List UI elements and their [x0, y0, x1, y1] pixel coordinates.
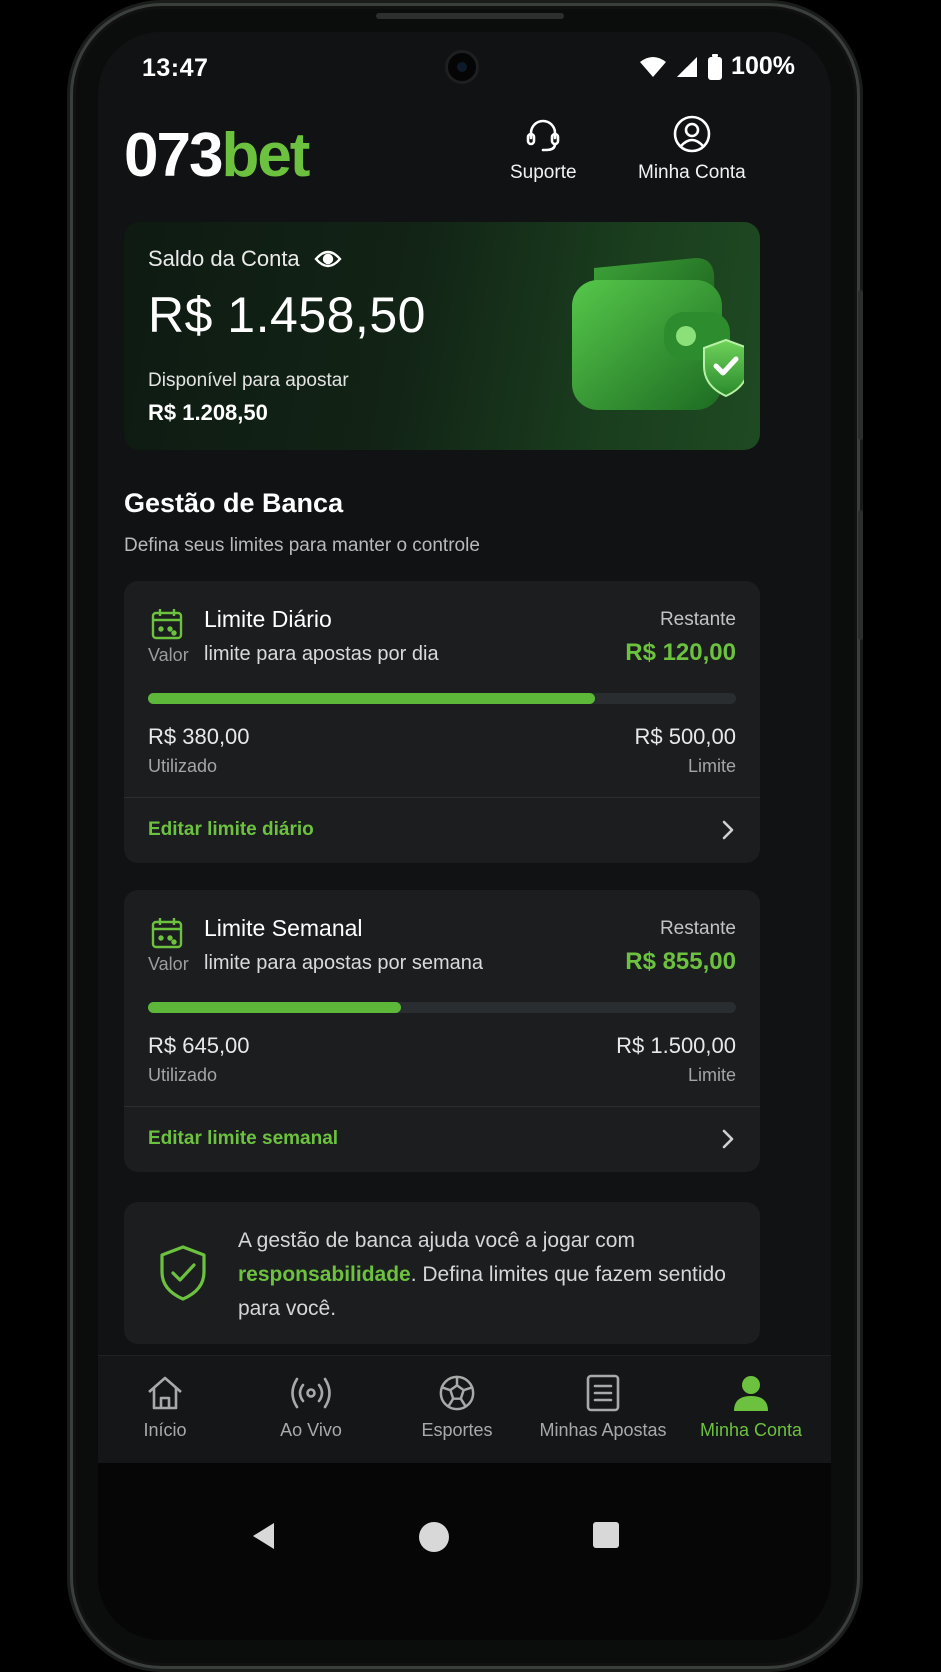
valor-label: Valor — [148, 645, 189, 665]
my-account-button[interactable]: Minha Conta — [638, 114, 746, 184]
nav-label: Minhas Apostas — [539, 1420, 667, 1440]
live-broadcast-icon — [291, 1377, 331, 1409]
limit-progress-fill — [148, 693, 595, 704]
edit-weekly-limit-button[interactable]: Editar limite semanal — [124, 1107, 760, 1172]
remaining-label: Restante — [659, 609, 736, 630]
limit-progress-fill — [148, 1002, 401, 1013]
power-button — [858, 290, 863, 440]
nav-item-ao-vivo[interactable]: Ao Vivo — [238, 1374, 384, 1441]
daily-limit-card: Limite Diário Valor limite para apostas … — [124, 581, 760, 863]
status-time: 13:47 — [142, 54, 209, 82]
limit-progress-bar — [148, 1002, 736, 1013]
headset-icon — [526, 119, 560, 152]
nav-label: Início — [143, 1420, 187, 1440]
eye-icon[interactable] — [314, 249, 342, 269]
remaining-value: R$ 120,00 — [625, 639, 736, 666]
status-icons: 100% — [639, 52, 795, 81]
info-highlight: responsabilidade — [238, 1263, 411, 1286]
status-bar: 13:47 100% — [98, 32, 831, 102]
section-title: Gestão de Banca — [124, 488, 344, 518]
info-text: A gestão de banca ajuda você a jogar com… — [238, 1229, 726, 1320]
front-camera — [445, 50, 479, 84]
nav-label: Minha Conta — [699, 1420, 803, 1440]
shield-check-icon — [160, 1245, 206, 1301]
nav-label: Ao Vivo — [280, 1420, 342, 1440]
limit-value: R$ 500,00 — [634, 724, 736, 749]
limit-title: Limite Semanal — [204, 915, 363, 941]
used-value: R$ 645,00 — [148, 1033, 250, 1058]
app-logo: 073bet — [124, 121, 310, 190]
wifi-icon — [640, 56, 667, 77]
balance-title: Saldo da Conta — [148, 246, 342, 272]
limit-title: Limite Diário — [204, 606, 332, 632]
nav-item-inicio[interactable]: Início — [98, 1374, 238, 1441]
weekly-limit-card: Limite Semanal Valor limite para apostas… — [124, 890, 760, 1172]
receipt-icon — [586, 1374, 620, 1412]
volume-button — [858, 510, 863, 640]
balance-card: Saldo da Conta R$ 1.458,50 Disponível pa… — [124, 222, 760, 450]
used-label: Utilizado — [148, 756, 218, 776]
limit-progress-bar — [148, 693, 736, 704]
edit-daily-limit-button[interactable]: Editar limite diário — [124, 798, 760, 863]
my-account-label: Minha Conta — [638, 162, 746, 183]
battery-icon — [708, 53, 723, 80]
limit-value: R$ 1.500,00 — [616, 1033, 736, 1058]
nav-item-minha-conta[interactable]: Minha Conta — [678, 1374, 824, 1441]
valor-label: Valor — [148, 954, 189, 974]
support-label: Suporte — [510, 162, 577, 183]
support-button[interactable]: Suporte — [510, 114, 577, 184]
user-icon — [734, 1376, 768, 1411]
system-navigation-bar — [98, 1463, 831, 1640]
nav-item-minhas-apostas[interactable]: Minhas Apostas — [530, 1374, 676, 1441]
available-amount: R$ 1.208,50 — [148, 400, 268, 425]
recents-icon[interactable] — [592, 1521, 620, 1549]
edit-weekly-limit-label: Editar limite semanal — [148, 1128, 339, 1149]
signal-icon — [677, 56, 698, 77]
limit-label: Limite — [687, 1065, 736, 1085]
limit-description: limite para apostas por dia — [204, 643, 439, 665]
used-label: Utilizado — [148, 1065, 218, 1085]
available-label: Disponível para apostar — [148, 370, 349, 391]
edit-daily-limit-label: Editar limite diário — [148, 819, 314, 840]
responsibility-info-card: A gestão de banca ajuda você a jogar com… — [124, 1202, 760, 1344]
chevron-right-icon — [722, 820, 734, 840]
limit-label: Limite — [687, 756, 736, 776]
nav-item-esportes[interactable]: Esportes — [384, 1374, 530, 1441]
battery-percentage: 100% — [731, 52, 795, 80]
home-circle-icon[interactable] — [418, 1521, 450, 1553]
chevron-right-icon — [722, 1129, 734, 1149]
app-screen: 13:47 100% 073bet Suporte Minha Conta Sa… — [98, 32, 831, 1640]
calendar-icon — [151, 918, 183, 949]
wallet-icon — [572, 258, 744, 410]
calendar-icon — [151, 609, 183, 640]
balance-amount: R$ 1.458,50 — [148, 287, 426, 343]
nav-label: Esportes — [421, 1420, 493, 1440]
remaining-value: R$ 855,00 — [625, 948, 736, 975]
bottom-navigation: Início Ao Vivo Esportes Minhas Apostas M… — [98, 1355, 831, 1463]
home-icon — [148, 1376, 182, 1410]
top-speaker — [376, 13, 564, 19]
limit-description: limite para apostas por semana — [204, 952, 484, 974]
remaining-label: Restante — [659, 918, 736, 939]
back-icon[interactable] — [250, 1521, 280, 1551]
user-circle-icon — [673, 115, 711, 153]
soccer-ball-icon — [439, 1375, 475, 1411]
used-value: R$ 380,00 — [148, 724, 250, 749]
section-subtitle: Defina seus limites para manter o contro… — [124, 535, 480, 556]
